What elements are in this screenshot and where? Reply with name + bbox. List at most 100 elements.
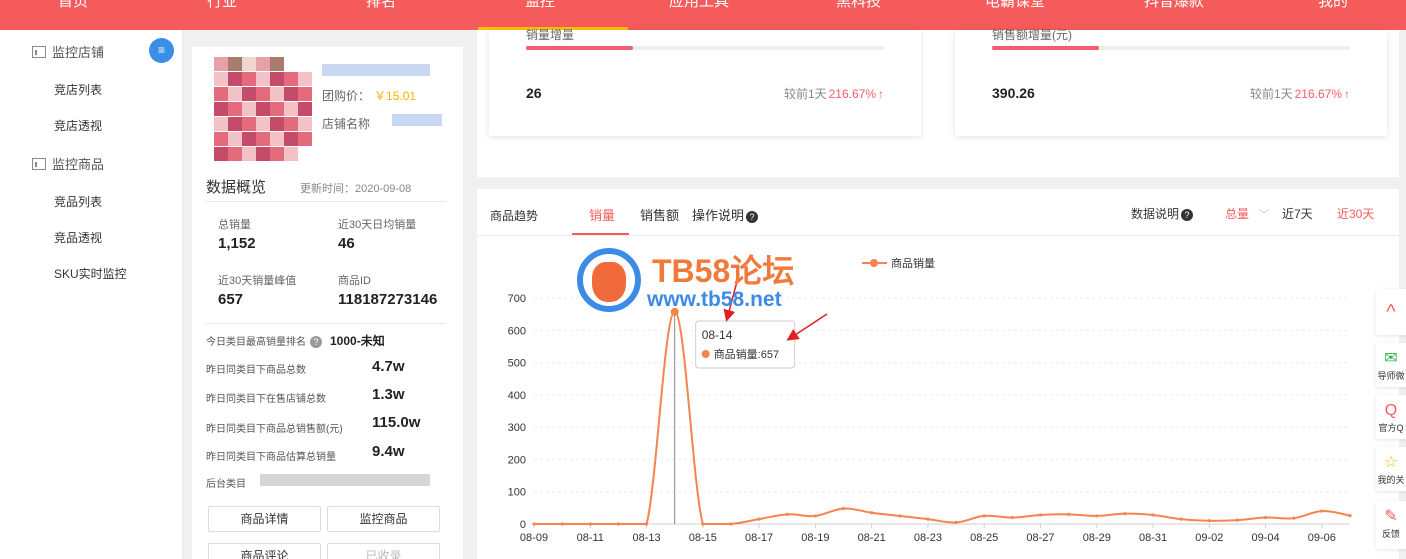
- card-progress: [526, 46, 884, 50]
- metric-peak-sales: 657: [218, 291, 244, 308]
- data-point: [644, 522, 649, 526]
- compare-label: 较前1天: [1249, 87, 1293, 101]
- thumbnail-pixel: [284, 132, 298, 146]
- x-tick-label: 08-31: [1139, 532, 1167, 544]
- sidebar-group-monitor-products[interactable]: 监控商品: [32, 154, 104, 173]
- card-value: 26: [526, 85, 542, 101]
- x-tick-label: 09-02: [1195, 532, 1223, 544]
- group-price: 团购价： ￥15.01: [322, 87, 416, 104]
- chevron-down-icon: ﹀: [400, 0, 411, 7]
- official-qq-button[interactable]: Q 官方Q: [1376, 395, 1406, 439]
- thumbnail-pixel: [228, 87, 242, 101]
- row-label: 昨日同类目下在售店铺总数: [206, 394, 326, 405]
- sidebar-item-competitor-shop-list[interactable]: 竞店列表: [54, 81, 102, 98]
- metric-cards: 销量增量 26 较前1天 216.67% ↑ 销售额增量(元) 390.26 较前1…: [477, 28, 1399, 177]
- data-point: [1067, 512, 1071, 516]
- thumbnail-pixel: [256, 57, 270, 71]
- nav-item-8[interactable]: 我的 ﹀: [1318, 0, 1362, 30]
- sidebar-group-monitor-shops[interactable]: 监控店铺: [32, 42, 104, 61]
- nav-item-1[interactable]: 行业 ﹀: [207, 0, 251, 30]
- x-tick-label: 08-17: [745, 532, 773, 544]
- nav-item-label: 行业: [207, 0, 238, 10]
- chevron-down-icon: ﹀: [1208, 0, 1219, 7]
- data-point: [870, 511, 874, 515]
- monitor-product-button[interactable]: 监控商品: [327, 506, 440, 532]
- product-thumbnail[interactable]: [214, 57, 312, 162]
- sidebar-item-sku-realtime[interactable]: SKU实时监控: [54, 265, 127, 282]
- sidebar-item-competitor-shop-insight[interactable]: 竞店透视: [54, 117, 102, 134]
- data-point: [1038, 513, 1043, 517]
- tooltip-marker: [701, 350, 710, 358]
- x-tick-label: 08-11: [577, 532, 604, 544]
- thumbnail-pixel: [270, 72, 284, 86]
- float-label: 导师微: [1377, 371, 1405, 381]
- thumbnail-pixel: [214, 132, 228, 146]
- row-value: 4.7w: [372, 358, 405, 375]
- row-value: 115.0w: [372, 414, 421, 431]
- sidebar-item-competitor-product-list[interactable]: 竞品列表: [54, 193, 102, 210]
- thumbnail-pixel: [242, 147, 256, 161]
- nav-item-0[interactable]: 首页: [58, 0, 88, 30]
- thumbnail-pixel: [228, 117, 242, 131]
- wechat-icon: ✉: [1384, 350, 1398, 367]
- feedback-button[interactable]: ✎ 反馈: [1376, 501, 1406, 549]
- update-time: 更新时间：2020-09-08: [300, 183, 412, 195]
- x-tick-label: 08-25: [970, 532, 998, 544]
- sidebar-collapse-button[interactable]: ≡: [149, 38, 174, 63]
- data-point: [954, 520, 958, 524]
- row-label: 昨日同类目下商品总数: [206, 365, 306, 376]
- my-follow-button[interactable]: ☆ 我的关: [1376, 447, 1406, 491]
- thumbnail-pixel: [298, 132, 312, 146]
- nav-item-7[interactable]: 抖音爆款 ﹀: [1144, 0, 1218, 30]
- float-label: 我的关: [1377, 475, 1405, 485]
- edit-icon: ✎: [1384, 508, 1398, 525]
- data-point: [813, 514, 817, 518]
- row-value: 1.3w: [372, 386, 405, 403]
- thumbnail-pixel: [214, 102, 228, 116]
- shop-name-blurred: [392, 114, 442, 126]
- float-label: 官方Q: [1378, 423, 1404, 433]
- question-icon[interactable]: ?: [310, 336, 322, 349]
- thumbnail-pixel: [284, 147, 298, 161]
- nav-item-4[interactable]: 应用工具 ﹀: [669, 0, 743, 30]
- x-tick-label: 08-13: [632, 532, 660, 544]
- data-point: [1151, 513, 1155, 517]
- metric-total-sales: 1,152: [218, 235, 256, 252]
- backend-category-label: 后台类目: [206, 479, 246, 490]
- y-tick-label: 0: [520, 519, 526, 531]
- data-point: [785, 512, 789, 516]
- x-tick-label: 08-21: [858, 532, 886, 544]
- product-reviews-button[interactable]: 商品评论: [208, 543, 321, 559]
- price-value: ￥15.01: [374, 89, 417, 103]
- x-tick-label: 08-09: [520, 532, 548, 544]
- y-tick-label: 200: [508, 454, 526, 466]
- thumbnail-pixel: [298, 117, 312, 131]
- back-to-top-button[interactable]: ^: [1376, 289, 1406, 335]
- mentor-wechat-button[interactable]: ✉ 导师微: [1376, 343, 1406, 387]
- nav-item-label: 我的: [1318, 0, 1349, 10]
- tooltip-date: 08-14: [702, 328, 733, 342]
- rank-row: 今日类目最高销量排名? 1000-未知: [206, 332, 385, 349]
- data-point: [926, 517, 930, 521]
- nav-item-label: 监控: [525, 0, 556, 10]
- y-tick-label: 400: [508, 390, 526, 402]
- thumbnail-pixel: [256, 87, 270, 101]
- thumbnail-pixel: [284, 72, 298, 86]
- rank-label: 今日类目最高销量排名: [206, 337, 306, 348]
- product-detail-button[interactable]: 商品详情: [208, 506, 321, 532]
- thumbnail-pixel: [284, 117, 298, 131]
- thumbnail-pixel: [270, 132, 284, 146]
- thumbnail-pixel: [270, 117, 284, 131]
- sales-trend-chart[interactable]: 0 100 200 300 400 500 600 700 08-09 08-11 08-13 08-…: [477, 189, 1399, 559]
- data-point: [1263, 515, 1268, 520]
- indexed-button[interactable]: 已收录: [327, 543, 440, 559]
- chevron-down-icon: ﹀: [559, 0, 570, 7]
- row-label: 昨日同类目下商品估算总销量: [206, 452, 336, 463]
- top-nav: 首页 行业 ﹀ 排名 ﹀ 监控 ﹀ 应用工具 ﹀ 黑科技 ﹀ 电霸课堂 ﹀ 抖音爆款 ﹀ 我的 ﹀: [0, 0, 1406, 30]
- divider: [206, 323, 446, 324]
- nav-item-2[interactable]: 排名 ﹀: [366, 0, 410, 30]
- sidebar-item-competitor-product-insight[interactable]: 竞品透视: [54, 229, 102, 246]
- data-point: [616, 522, 621, 526]
- nav-item-label: 排名: [366, 0, 397, 10]
- nav-item-5[interactable]: 黑科技 ﹀: [836, 0, 895, 30]
